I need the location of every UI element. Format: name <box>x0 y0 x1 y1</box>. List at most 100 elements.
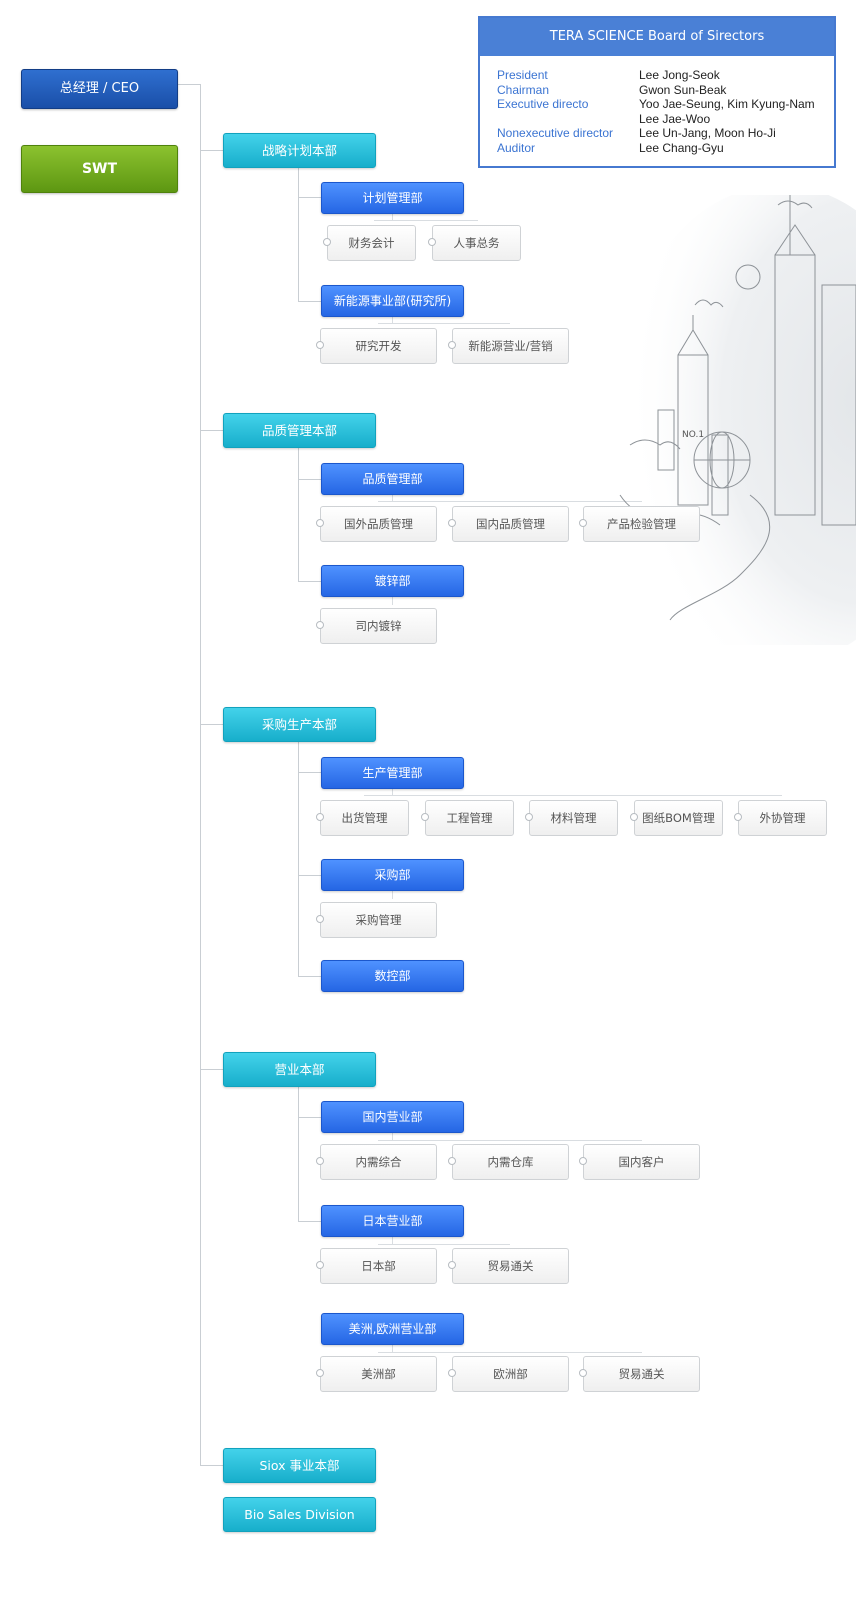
team-shipping-management[interactable]: 出货管理 <box>316 800 409 836</box>
ceo-connector <box>178 84 201 85</box>
city-illustration: NO.1 <box>610 195 856 645</box>
dept-connector <box>298 875 322 876</box>
team-label: 贸易通关 <box>618 1367 665 1381</box>
dept-label: 美洲,欧洲营业部 <box>348 1322 437 1336</box>
connector-dot <box>448 341 456 349</box>
team-product-inspection[interactable]: 产品检验管理 <box>579 506 700 542</box>
team-label: 司内镀锌 <box>355 619 402 633</box>
connector-dot <box>316 519 324 527</box>
connector-dot <box>448 1369 456 1377</box>
dept-connector <box>298 772 322 773</box>
team-label: 日本部 <box>361 1259 396 1273</box>
connector-dot <box>579 1157 587 1165</box>
dept-purchasing[interactable]: 采购部 <box>321 859 464 891</box>
ceo-box[interactable]: 总经理 / CEO <box>21 69 178 109</box>
team-research-development[interactable]: 研究开发 <box>316 328 437 364</box>
division-quality-management[interactable]: 品质管理本部 <box>223 413 376 448</box>
div-connector <box>200 1069 224 1070</box>
team-hr-general-affairs[interactable]: 人事总务 <box>428 225 521 261</box>
division-label: 采购生产本部 <box>261 717 337 732</box>
div-connector <box>200 724 224 725</box>
dept-label: 品质管理部 <box>362 472 423 486</box>
swt-box[interactable]: SWT <box>21 145 178 193</box>
connector-dot <box>428 238 436 246</box>
team-label: 研究开发 <box>355 339 402 353</box>
dept-connector <box>298 479 322 480</box>
sub-trunk-line <box>298 741 299 976</box>
team-connector <box>392 597 393 605</box>
board-member-name: Gwon Sun-Beak <box>639 82 727 97</box>
dept-new-energy[interactable]: 新能源事业部(研究所) <box>321 285 464 317</box>
connector-dot <box>316 1261 324 1269</box>
team-process-management[interactable]: 工程管理 <box>421 800 514 836</box>
dept-connector <box>298 581 322 582</box>
dept-label: 生产管理部 <box>362 766 423 780</box>
team-outsourcing-management[interactable]: 外协管理 <box>734 800 827 836</box>
team-trade-customs-2[interactable]: 贸易通关 <box>579 1356 700 1392</box>
team-label: 贸易通关 <box>487 1259 534 1273</box>
board-role: Nonexecutive director <box>497 126 614 141</box>
division-sales[interactable]: 营业本部 <box>223 1052 376 1087</box>
dept-japan-sales[interactable]: 日本营业部 <box>321 1205 464 1237</box>
team-connector <box>374 220 478 221</box>
division-label: Siox 事业本部 <box>259 1458 340 1473</box>
team-label: 国外品质管理 <box>344 517 413 531</box>
dept-label: 国内营业部 <box>362 1110 423 1124</box>
board-row: President Lee Jong-Seok <box>497 68 824 83</box>
team-domestic-general[interactable]: 内需综合 <box>316 1144 437 1180</box>
connector-dot <box>316 1369 324 1377</box>
team-label: 产品检验管理 <box>607 517 676 531</box>
team-label: 工程管理 <box>446 811 493 825</box>
division-bio-sales[interactable]: Bio Sales Division <box>223 1497 376 1532</box>
division-siox[interactable]: Siox 事业本部 <box>223 1448 376 1483</box>
board-member-name: Lee Un-Jang, Moon Ho-Ji <box>639 126 776 141</box>
connector-dot <box>316 915 324 923</box>
board-row: Auditor Lee Chang-Gyu <box>497 141 824 156</box>
dept-connector <box>298 976 322 977</box>
team-new-energy-sales[interactable]: 新能源营业/营销 <box>448 328 569 364</box>
dept-plan-management[interactable]: 计划管理部 <box>321 182 464 214</box>
division-label: Bio Sales Division <box>244 1507 355 1522</box>
team-domestic-customers[interactable]: 国内客户 <box>579 1144 700 1180</box>
dept-galvanizing[interactable]: 镀锌部 <box>321 565 464 597</box>
team-japan[interactable]: 日本部 <box>316 1248 437 1284</box>
team-domestic-quality[interactable]: 国内品质管理 <box>448 506 569 542</box>
board-role: Chairman <box>497 82 550 97</box>
team-materials-management[interactable]: 材料管理 <box>525 800 618 836</box>
division-strategy-planning[interactable]: 战略计划本部 <box>223 133 376 168</box>
board-role: Executive directo <box>497 97 589 112</box>
team-finance-accounting[interactable]: 财务会计 <box>323 225 416 261</box>
team-label: 美洲部 <box>361 1367 396 1381</box>
dept-production-management[interactable]: 生产管理部 <box>321 757 464 789</box>
dept-label: 新能源事业部(研究所) <box>333 294 452 308</box>
board-member-name: Lee Jong-Seok <box>639 68 720 82</box>
div-connector <box>200 1465 224 1466</box>
team-trade-customs[interactable]: 贸易通关 <box>448 1248 569 1284</box>
board-role: President <box>497 68 548 82</box>
board-title: TERA SCIENCE Board of Sirectors <box>480 18 834 56</box>
board-member-name: Lee Jae-Woo <box>639 111 711 126</box>
connector-dot <box>323 238 331 246</box>
team-in-house-galvanizing[interactable]: 司内镀锌 <box>316 608 437 644</box>
connector-dot <box>579 1369 587 1377</box>
team-label: 图纸BOM管理 <box>642 811 715 825</box>
team-label: 内需综合 <box>355 1155 402 1169</box>
team-domestic-warehouse[interactable]: 内需仓库 <box>448 1144 569 1180</box>
team-drawing-bom[interactable]: 图纸BOM管理 <box>630 800 723 836</box>
board-row: Chairman Gwon Sun-Beak <box>497 83 824 98</box>
team-connector <box>378 1244 510 1245</box>
dept-quality-management[interactable]: 品质管理部 <box>321 463 464 495</box>
dept-domestic-sales[interactable]: 国内营业部 <box>321 1101 464 1133</box>
connector-dot <box>734 813 742 821</box>
team-americas[interactable]: 美洲部 <box>316 1356 437 1392</box>
team-purchasing-management[interactable]: 采购管理 <box>316 902 437 938</box>
team-europe[interactable]: 欧洲部 <box>448 1356 569 1392</box>
connector-dot <box>421 813 429 821</box>
main-trunk-line <box>200 84 201 1465</box>
dept-americas-europe-sales[interactable]: 美洲,欧洲营业部 <box>321 1313 464 1345</box>
connector-dot <box>448 519 456 527</box>
team-overseas-quality[interactable]: 国外品质管理 <box>316 506 437 542</box>
dept-cnc[interactable]: 数控部 <box>321 960 464 992</box>
division-purchasing-production[interactable]: 采购生产本部 <box>223 707 376 742</box>
board-list: President Lee Jong-Seok Chairman Gwon Su… <box>480 56 834 156</box>
